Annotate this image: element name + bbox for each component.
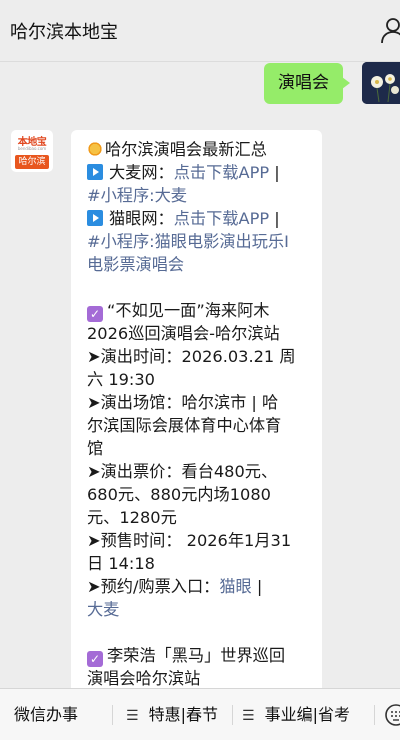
- flower-avatar-image: [362, 62, 400, 104]
- damai-miniprogram-link[interactable]: #小程序:大麦: [87, 184, 314, 207]
- event1-time: ➤演出时间：2026.03.21 周: [87, 347, 296, 366]
- chat-title: 哈尔滨本地宝: [10, 22, 118, 43]
- menu-divider: [374, 705, 375, 725]
- event1-title: “不如见一面”海来阿木: [107, 301, 270, 320]
- event1-booking-label: ➤预约/购票入口：: [87, 577, 220, 596]
- official-account-avatar[interactable]: 本地宝 bendibao.com 哈尔滨: [11, 130, 53, 172]
- damai-label: 大麦网：: [109, 163, 174, 182]
- separator: |: [274, 209, 280, 228]
- incoming-message: 哈尔滨演唱会最新汇总 大麦网：点击下载APP | #小程序:大麦 猫眼网：点击下…: [71, 130, 322, 688]
- message-title: 哈尔滨演唱会最新汇总: [105, 140, 267, 159]
- event1-price: ➤演出票价：看台480元、: [87, 462, 278, 481]
- checkbox-icon: ✓: [87, 651, 103, 667]
- maoyan-label: 猫眼网：: [109, 209, 174, 228]
- logo-url: bendibao.com: [17, 146, 47, 151]
- keyboard-icon[interactable]: [384, 703, 400, 727]
- menu-divider: [112, 705, 113, 725]
- event1-title-cont: 2026巡回演唱会-哈尔滨站: [87, 324, 280, 343]
- separator: |: [256, 577, 263, 596]
- event1-venue-cont: 尔滨国际会展体育中心体育: [87, 416, 282, 435]
- chat-header: 哈尔滨本地宝: [0, 0, 400, 62]
- play-icon: [87, 164, 103, 180]
- bottom-menu: 微信办事 ☰ 特惠|春节 ☰ 事业编|省考: [0, 688, 400, 740]
- menu-item-wechat-services[interactable]: 微信办事: [14, 689, 78, 740]
- event1-time-cont: 六 19:30: [87, 370, 155, 389]
- menu-icon: ☰: [242, 708, 255, 724]
- play-icon: [87, 210, 103, 226]
- event2-title: 李荣浩「黑马」世界巡回: [107, 646, 286, 665]
- outgoing-message: 演唱会: [264, 63, 350, 104]
- maoyan-booking-link[interactable]: 猫眼: [219, 577, 251, 596]
- menu-item-label: 事业编|省考: [264, 705, 350, 724]
- self-avatar[interactable]: [362, 62, 400, 104]
- maoyan-miniprogram-link-cont[interactable]: 电影票演唱会: [87, 253, 314, 276]
- sun-icon: [87, 141, 103, 157]
- menu-icon: ☰: [126, 708, 139, 724]
- event2-title-cont: 演唱会哈尔滨站: [87, 669, 201, 688]
- event1-price-cont: 680元、880元内场1080: [87, 485, 271, 504]
- menu-item-civil-exam[interactable]: ☰ 事业编|省考: [242, 689, 350, 740]
- event1-venue: ➤演出场馆：哈尔滨市 | 哈: [87, 393, 279, 412]
- menu-divider: [232, 705, 233, 725]
- chat-area[interactable]: 演唱会 本地宝 bendibao.com 哈尔滨 哈尔滨演唱会最新汇总 大麦网：…: [0, 62, 400, 688]
- damai-download-link[interactable]: 点击下载APP: [174, 163, 269, 182]
- event1-venue-cont2: 馆: [87, 439, 104, 458]
- checkbox-icon: ✓: [87, 306, 103, 322]
- separator: |: [274, 163, 280, 182]
- damai-booking-link[interactable]: 大麦: [87, 598, 314, 621]
- logo-city: 哈尔滨: [15, 155, 49, 169]
- menu-item-label: 特惠|春节: [148, 705, 218, 724]
- menu-item-deals[interactable]: ☰ 特惠|春节: [126, 689, 218, 740]
- event1-price-cont2: 元、1280元: [87, 508, 177, 527]
- menu-item-label: 微信办事: [14, 705, 79, 724]
- user-icon[interactable]: [380, 16, 400, 44]
- event1-presale: ➤预售时间： 2026年1月31: [87, 531, 292, 550]
- maoyan-download-link[interactable]: 点击下载APP: [174, 209, 269, 228]
- event1-presale-cont: 日 14:18: [87, 554, 155, 573]
- maoyan-miniprogram-link[interactable]: #小程序:猫眼电影演出玩乐I: [87, 230, 314, 253]
